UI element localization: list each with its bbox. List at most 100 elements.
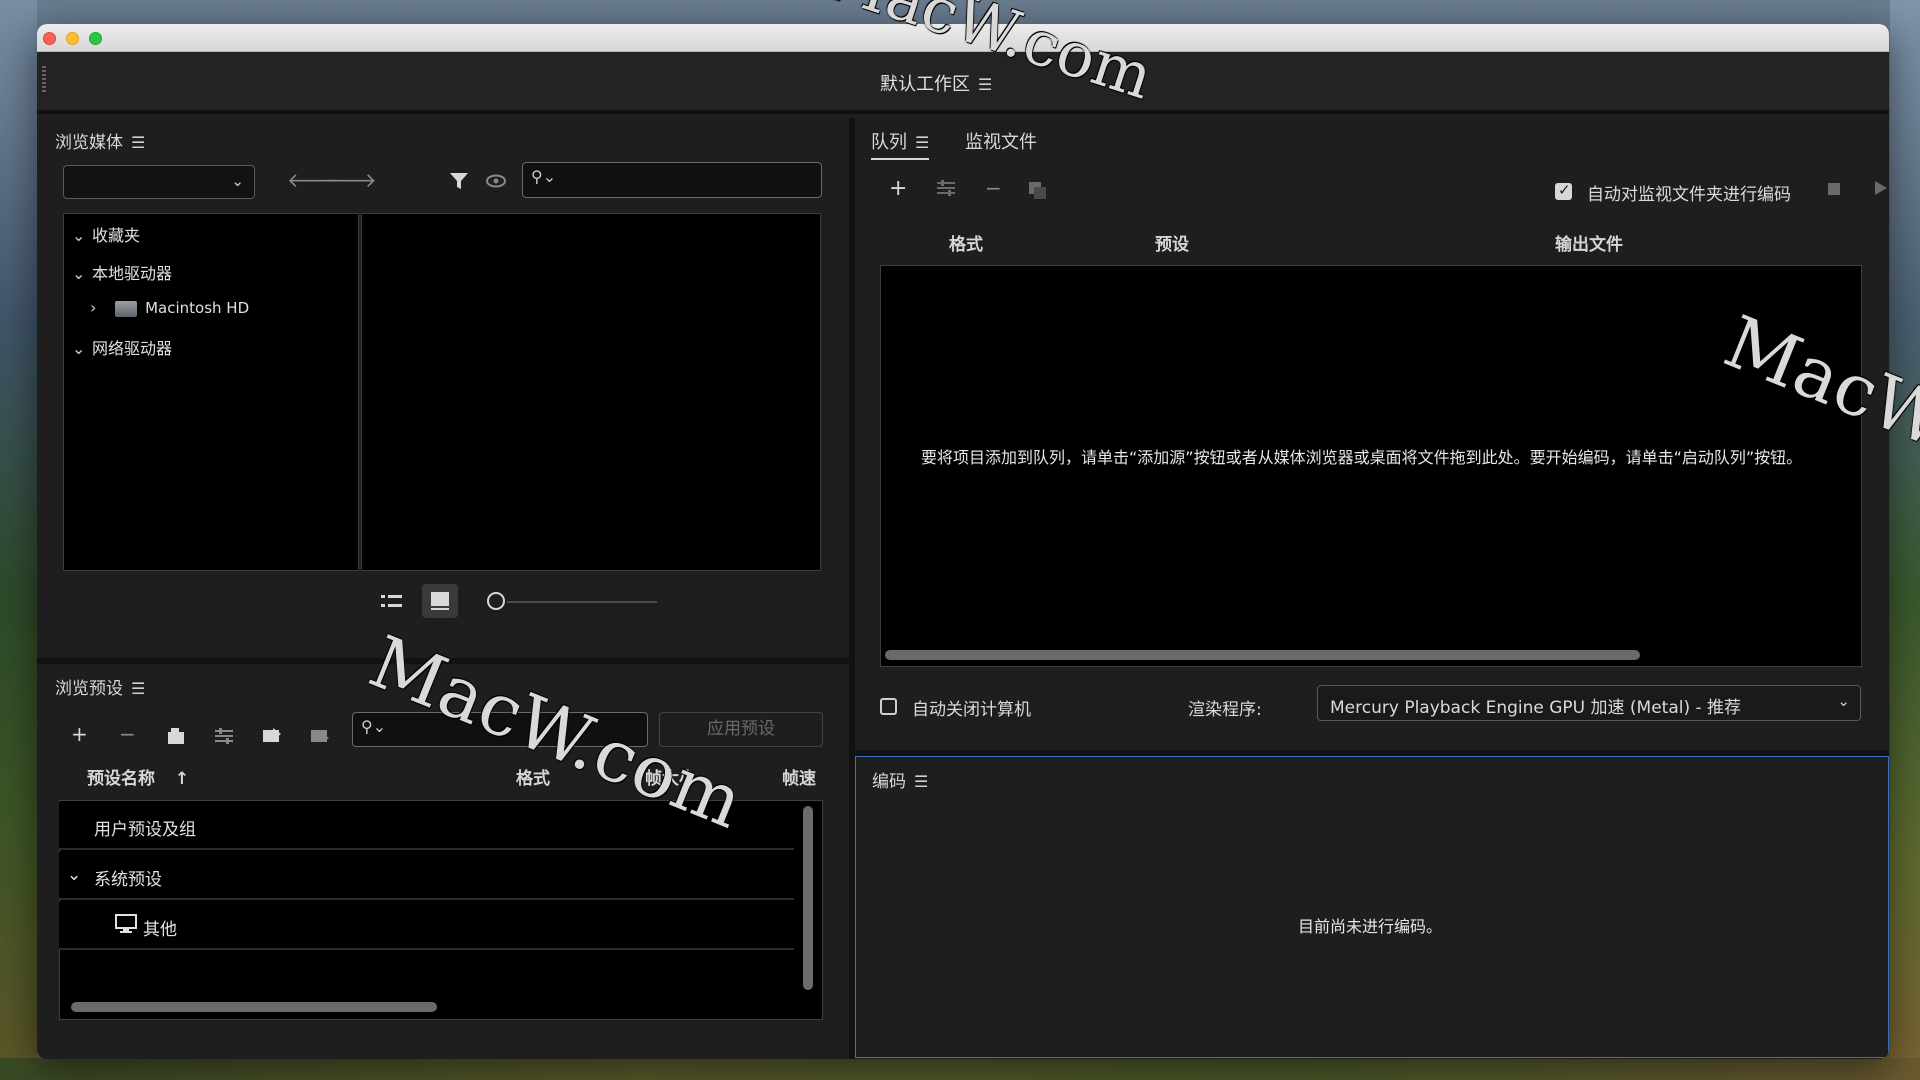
desktop-background-right xyxy=(1890,0,1920,1080)
auto-encode-checkbox[interactable] xyxy=(1555,181,1572,200)
preset-browser-panel: 浏览预设 ☰ + − ⚲⌄ 应用预设 预设名称 ↑ 格式 帧大小 帧速 用户预设及… xyxy=(37,664,849,1059)
tab-label: 队列 xyxy=(871,132,907,153)
chevron-down-icon: ⌄ xyxy=(72,339,86,358)
column-header-preset[interactable]: 预设 xyxy=(1155,230,1189,255)
tree-label: 本地驱动器 xyxy=(92,264,173,283)
queue-list[interactable]: 要将项目添加到队列，请单击“添加源”按钮或者从媒体浏览器或桌面将文件拖到此处。要… xyxy=(880,265,1862,667)
add-source-icon[interactable]: + xyxy=(889,178,907,200)
thumbnail-view-icon[interactable] xyxy=(422,584,458,618)
panel-title: 编码 xyxy=(872,772,906,792)
column-header-name[interactable]: 预设名称 ↑ xyxy=(87,764,189,789)
media-browser-header[interactable]: 浏览媒体 ☰ xyxy=(55,128,145,153)
column-header-frame-size[interactable]: 帧大小 xyxy=(645,764,696,789)
minimize-window-button[interactable] xyxy=(66,32,79,45)
media-search-input[interactable]: ⚲⌄ xyxy=(522,162,822,198)
menu-icon: ☰ xyxy=(914,772,929,791)
menu-icon: ☰ xyxy=(915,133,930,152)
tab-watch-folders[interactable]: 监视文件 xyxy=(965,128,1037,154)
hard-drive-icon xyxy=(115,300,138,317)
chevron-down-icon: ⌄ xyxy=(1837,692,1850,710)
sort-ascending-icon: ↑ xyxy=(174,769,190,789)
filter-icon[interactable] xyxy=(448,170,470,195)
duplicate-icon[interactable] xyxy=(1027,180,1049,203)
renderer-label: 渲染程序: xyxy=(1188,700,1262,720)
column-header-output[interactable]: 输出文件 xyxy=(1555,230,1623,255)
chevron-down-icon: ⌄ xyxy=(72,264,86,283)
panel-title: 浏览媒体 xyxy=(55,133,123,153)
preset-row-user[interactable]: 用户预设及组 xyxy=(59,802,794,850)
add-preset-icon[interactable]: + xyxy=(71,724,88,744)
title-bar xyxy=(37,24,1889,52)
group-icon[interactable] xyxy=(165,726,187,749)
preset-row-other[interactable]: 其他 xyxy=(59,902,794,950)
play-icon[interactable] xyxy=(1871,179,1889,200)
queue-settings-icon[interactable] xyxy=(935,178,957,201)
monitor-icon xyxy=(115,914,137,939)
media-content-area[interactable] xyxy=(361,213,821,571)
preset-settings-icon[interactable] xyxy=(213,726,235,749)
import-preset-icon[interactable] xyxy=(261,726,283,749)
auto-encode-label: 自动对监视文件夹进行编码 xyxy=(1587,185,1791,205)
preset-browser-header[interactable]: 浏览预设 ☰ xyxy=(55,674,145,699)
tree-item-network-drives[interactable]: ⌄ 网络驱动器 xyxy=(72,335,172,359)
eye-icon[interactable] xyxy=(485,170,507,195)
renderer-value: Mercury Playback Engine GPU 加速 (Metal) -… xyxy=(1330,698,1742,718)
preset-search-input[interactable]: ⚲⌄ xyxy=(352,712,648,747)
stop-icon[interactable] xyxy=(1825,180,1843,201)
tree-label: 收藏夹 xyxy=(92,226,141,245)
chevron-down-icon: ⌄ xyxy=(231,172,244,190)
export-preset-icon[interactable] xyxy=(309,726,331,749)
arrow-right-icon[interactable]: 🡒 xyxy=(323,170,377,190)
chevron-right-icon: › xyxy=(90,298,97,317)
grip-handle[interactable] xyxy=(42,66,46,94)
preset-row-system[interactable]: ⌄ 系统预设 xyxy=(59,852,794,900)
encoding-empty-message: 目前尚未进行编码。 xyxy=(1298,917,1443,936)
location-dropdown[interactable]: ⌄ xyxy=(63,165,255,199)
apply-preset-button[interactable]: 应用预设 xyxy=(659,712,823,747)
zoom-slider-knob[interactable] xyxy=(487,592,505,610)
chevron-down-icon: ⌄ xyxy=(67,865,82,885)
horizontal-scrollbar[interactable] xyxy=(71,1002,437,1012)
auto-shutdown-checkbox[interactable] xyxy=(880,698,897,715)
app-window: 默认工作区 ☰ 浏览媒体 ☰ ⌄ 🡐 🡒 ⚲⌄ ⌄ 收藏夹 ⌄ 本地驱动器 › … xyxy=(37,24,1889,1059)
remove-preset-icon[interactable]: − xyxy=(119,724,136,744)
list-view-icon[interactable] xyxy=(380,592,404,615)
tree-label: Macintosh HD xyxy=(145,299,250,317)
auto-shutdown-label: 自动关闭计算机 xyxy=(912,700,1031,720)
close-window-button[interactable] xyxy=(43,32,56,45)
tab-queue[interactable]: 队列 ☰ xyxy=(871,128,930,160)
tree-item-local-drives[interactable]: ⌄ 本地驱动器 xyxy=(72,260,172,284)
tree-item-macintosh-hd[interactable]: › Macintosh HD xyxy=(90,298,249,317)
zoom-slider-track[interactable] xyxy=(507,601,657,603)
row-label: 系统预设 xyxy=(94,870,162,890)
encoding-header[interactable]: 编码 ☰ xyxy=(872,767,928,792)
queue-empty-message: 要将项目添加到队列，请单击“添加源”按钮或者从媒体浏览器或桌面将文件拖到此处。要… xyxy=(921,448,1803,467)
horizontal-scrollbar[interactable] xyxy=(885,650,1640,660)
encoding-panel: 编码 ☰ 目前尚未进行编码。 xyxy=(855,756,1889,1058)
search-icon: ⚲⌄ xyxy=(361,717,387,736)
desktop-background-left xyxy=(0,0,37,1080)
folder-tree: ⌄ 收藏夹 ⌄ 本地驱动器 › Macintosh HD ⌄ 网络驱动器 xyxy=(63,213,359,571)
column-header-frame-rate[interactable]: 帧速 xyxy=(782,764,822,789)
menu-icon: ☰ xyxy=(131,133,146,152)
media-browser-panel: 浏览媒体 ☰ ⌄ 🡐 🡒 ⚲⌄ ⌄ 收藏夹 ⌄ 本地驱动器 › Macintos… xyxy=(37,118,849,658)
maximize-window-button[interactable] xyxy=(89,32,102,45)
menu-icon: ☰ xyxy=(131,679,146,698)
workspace-menu[interactable]: 默认工作区 ☰ xyxy=(880,70,992,96)
tree-item-favorites[interactable]: ⌄ 收藏夹 xyxy=(72,222,140,246)
column-header-format[interactable]: 格式 xyxy=(949,230,983,255)
workspace-bar: 默认工作区 ☰ xyxy=(37,52,1889,114)
menu-icon: ☰ xyxy=(978,75,993,94)
queue-panel: 队列 ☰ 监视文件 + − 自动对监视文件夹进行编码 格式 预设 输出文件 要将项… xyxy=(855,118,1889,750)
vertical-scrollbar[interactable] xyxy=(803,806,813,990)
row-label: 用户预设及组 xyxy=(94,820,196,840)
column-header-format[interactable]: 格式 xyxy=(516,764,550,789)
desktop-background-bottom xyxy=(0,1058,1920,1080)
tree-label: 网络驱动器 xyxy=(92,339,173,358)
workspace-title: 默认工作区 xyxy=(880,74,970,95)
search-icon: ⚲⌄ xyxy=(531,167,557,186)
renderer-dropdown[interactable]: Mercury Playback Engine GPU 加速 (Metal) -… xyxy=(1317,685,1861,721)
remove-icon[interactable]: − xyxy=(985,178,1002,198)
panel-title: 浏览预设 xyxy=(55,679,123,699)
column-label: 预设名称 xyxy=(87,769,155,789)
